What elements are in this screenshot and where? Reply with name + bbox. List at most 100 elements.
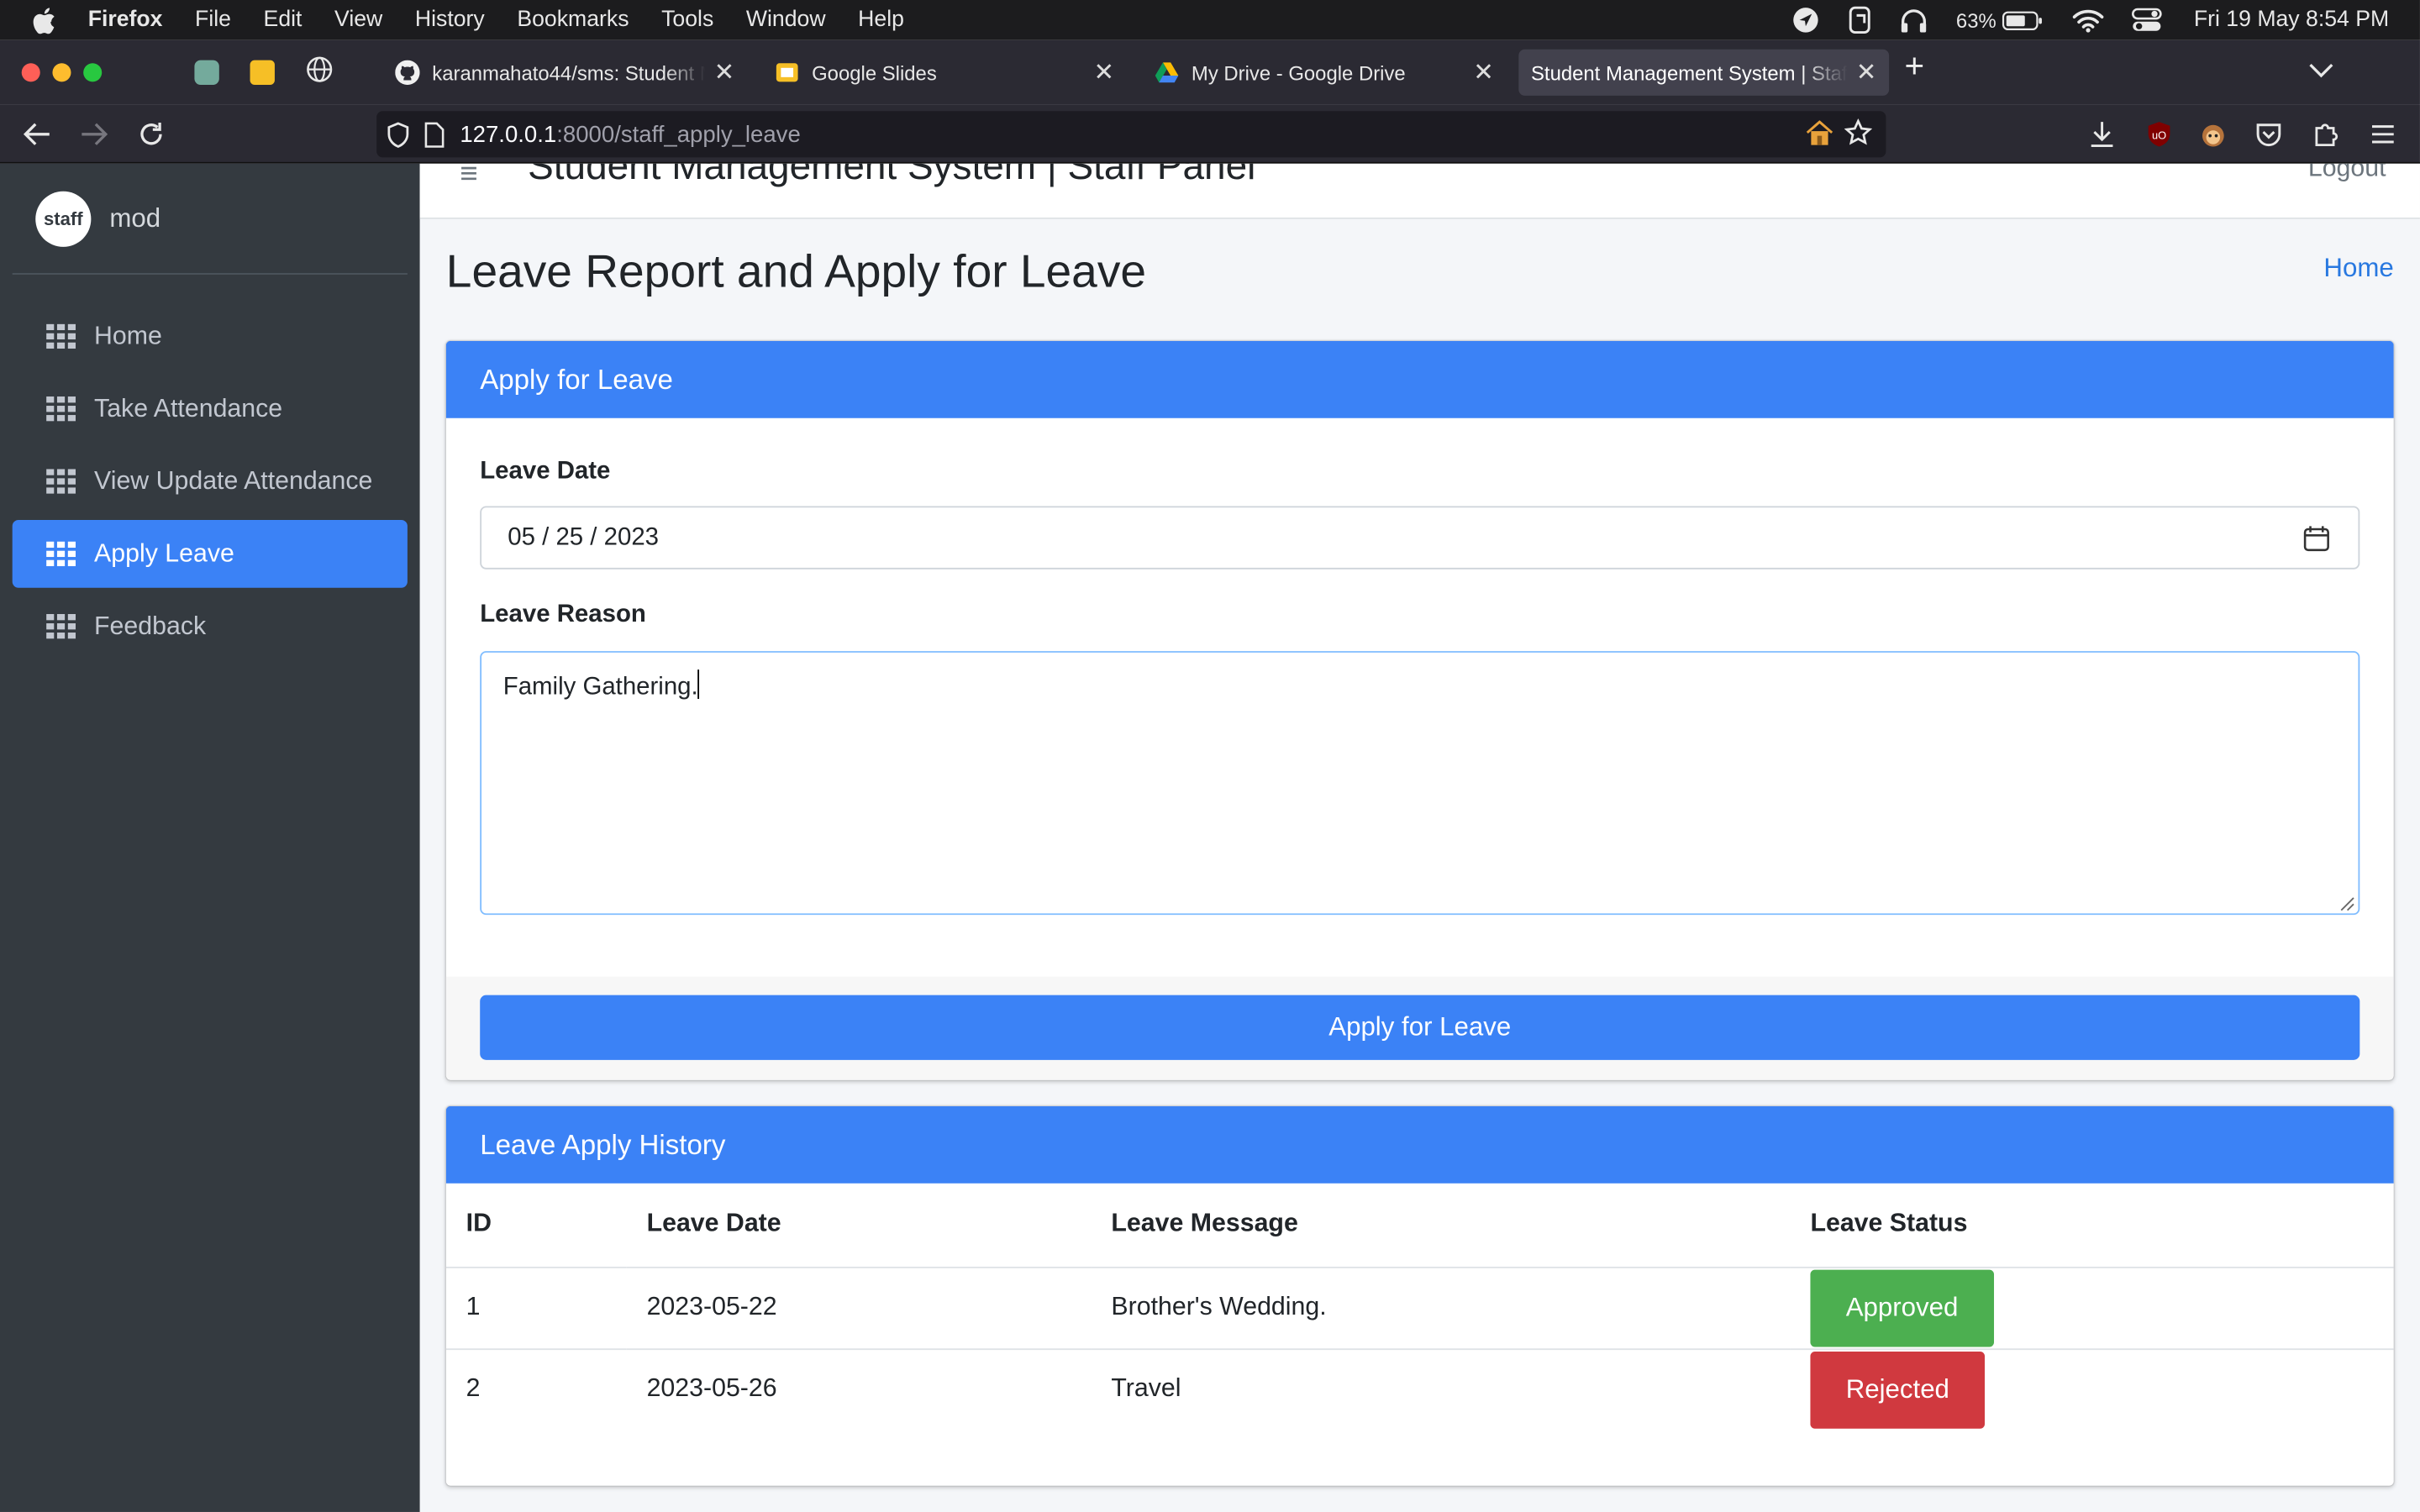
menu-view[interactable]: View bbox=[334, 8, 382, 32]
control-center-icon[interactable] bbox=[2132, 8, 2163, 32]
home-icon[interactable] bbox=[1806, 120, 1833, 146]
tab-title: Google Slides bbox=[812, 60, 937, 85]
sidebar-username: mod bbox=[109, 202, 161, 233]
leave-reason-textarea[interactable]: Family Gathering. bbox=[480, 651, 2360, 916]
tab-github[interactable]: karanmahato44/sms: Student M ✕ bbox=[383, 50, 747, 96]
pocket-icon[interactable] bbox=[2254, 118, 2285, 150]
leave-date-value: 05 / 25 / 2023 bbox=[508, 523, 660, 550]
sidebar-brand[interactable]: staff mod bbox=[12, 164, 408, 275]
menu-edit[interactable]: Edit bbox=[264, 8, 302, 32]
url-path: :8000/staff_apply_leave bbox=[556, 121, 801, 148]
headphones-icon[interactable] bbox=[1901, 8, 1928, 33]
sidebar-item-label: Take Attendance bbox=[94, 394, 283, 423]
main-content: ≡ Student Management System | Staff Pane… bbox=[419, 163, 2420, 1512]
svg-text:uO: uO bbox=[2152, 129, 2166, 141]
browser-tab-bar: karanmahato44/sms: Student M ✕ Google Sl… bbox=[0, 39, 2420, 105]
cell-leave-message: Travel bbox=[1111, 1374, 1181, 1404]
sidebar-item-take-attendance[interactable]: Take Attendance bbox=[13, 375, 408, 443]
location-icon[interactable] bbox=[1792, 6, 1820, 34]
tab-title: karanmahato44/sms: Student M bbox=[432, 60, 705, 85]
table-header-row: ID Leave Date Leave Message Leave Status bbox=[445, 1183, 2394, 1268]
page-title: Leave Report and Apply for Leave bbox=[445, 246, 1147, 298]
menu-bookmarks[interactable]: Bookmarks bbox=[517, 8, 629, 32]
avatar: staff bbox=[35, 190, 92, 246]
card-footer: Apply for Leave bbox=[445, 976, 2394, 1080]
forward-arrow-icon[interactable] bbox=[79, 118, 110, 150]
sidebar-item-apply-leave[interactable]: Apply Leave bbox=[12, 519, 408, 588]
tampermonkey-icon[interactable] bbox=[2197, 118, 2228, 150]
tab-google-slides[interactable]: Google Slides ✕ bbox=[762, 50, 1126, 96]
leave-date-label: Leave Date bbox=[480, 458, 611, 485]
zoom-window-button[interactable] bbox=[83, 63, 103, 82]
app-status-icon[interactable] bbox=[1848, 6, 1872, 34]
tab-title: My Drive - Google Drive bbox=[1191, 60, 1406, 85]
close-tab-icon[interactable]: ✕ bbox=[714, 57, 735, 88]
keep-pinned-tab-icon[interactable] bbox=[250, 60, 275, 86]
github-icon bbox=[395, 60, 420, 86]
cell-id: 1 bbox=[445, 1266, 627, 1350]
system-title: Student Management System | Staff Panel bbox=[528, 163, 1256, 189]
breadcrumb-home-link[interactable]: Home bbox=[2323, 253, 2393, 284]
column-header-leave-date: Leave Date bbox=[626, 1183, 1092, 1268]
extensions-puzzle-icon[interactable] bbox=[2311, 118, 2342, 150]
leave-date-input[interactable]: 05 / 25 / 2023 bbox=[480, 506, 2360, 570]
close-window-button[interactable] bbox=[21, 63, 40, 82]
menubar-clock[interactable]: Fri 19 May 8:54 PM bbox=[2194, 8, 2389, 32]
tab-student-management[interactable]: Student Management System | Staff ✕ bbox=[1518, 49, 1890, 96]
menubar-app-name[interactable]: Firefox bbox=[88, 8, 163, 32]
chatgpt-pinned-tab-icon[interactable] bbox=[194, 60, 219, 86]
reload-icon[interactable] bbox=[136, 118, 167, 150]
close-tab-icon[interactable]: ✕ bbox=[1093, 57, 1114, 88]
status-badge: Approved bbox=[1810, 1268, 1994, 1347]
top-navbar: ≡ Student Management System | Staff Pane… bbox=[419, 163, 2420, 219]
drive-icon bbox=[1155, 60, 1179, 85]
url-bar[interactable]: 127.0.0.1:8000/staff_apply_leave bbox=[376, 111, 1886, 158]
column-header-leave-message: Leave Message bbox=[1091, 1183, 1791, 1268]
app-menu-hamburger-icon[interactable] bbox=[2367, 118, 2398, 150]
tab-google-drive[interactable]: My Drive - Google Drive ✕ bbox=[1142, 50, 1506, 96]
menu-help[interactable]: Help bbox=[858, 8, 904, 32]
shield-icon[interactable] bbox=[386, 121, 410, 148]
sidebar-item-view-update-attendance[interactable]: View Update Attendance bbox=[13, 448, 408, 516]
leave-history-table: ID Leave Date Leave Message Leave Status… bbox=[445, 1183, 2394, 1431]
globe-pinned-tab-icon[interactable] bbox=[306, 55, 334, 90]
logout-link[interactable]: Logout bbox=[2308, 164, 2386, 184]
leave-reason-label: Leave Reason bbox=[480, 601, 646, 628]
battery-icon[interactable] bbox=[2002, 10, 2045, 30]
apply-for-leave-button[interactable]: Apply for Leave bbox=[480, 995, 2360, 1060]
resize-grip-icon[interactable] bbox=[2337, 892, 2355, 911]
url-host: 127.0.0.1 bbox=[460, 121, 557, 148]
new-tab-icon[interactable]: + bbox=[1904, 46, 1924, 87]
leave-history-card: Leave Apply History ID Leave Date Leave … bbox=[445, 1105, 2394, 1486]
cell-leave-date: 2023-05-26 bbox=[646, 1374, 777, 1404]
sidebar-item-label: View Update Attendance bbox=[94, 466, 373, 495]
column-header-leave-status: Leave Status bbox=[1790, 1183, 2394, 1268]
page-info-icon[interactable] bbox=[423, 121, 445, 147]
sidebar-item-feedback[interactable]: Feedback bbox=[13, 592, 408, 660]
cell-leave-message: Brother's Wedding. bbox=[1091, 1266, 1791, 1350]
browser-nav-bar: 127.0.0.1:8000/staff_apply_leave uO bbox=[0, 104, 2420, 164]
tab-list-chevron-icon[interactable] bbox=[2309, 59, 2333, 83]
menu-window[interactable]: Window bbox=[746, 8, 826, 32]
bookmark-star-icon[interactable] bbox=[1844, 118, 1872, 146]
menu-tools[interactable]: Tools bbox=[661, 8, 713, 32]
sidebar-item-home[interactable]: Home bbox=[13, 302, 408, 370]
ublock-origin-icon[interactable]: uO bbox=[2144, 118, 2175, 150]
download-icon[interactable] bbox=[2086, 118, 2118, 150]
wifi-icon[interactable] bbox=[2073, 8, 2105, 32]
grid-icon bbox=[46, 541, 76, 567]
close-tab-icon[interactable]: ✕ bbox=[1473, 57, 1494, 88]
table-row: 1 2023-05-22 Brother's Wedding. Approved bbox=[445, 1266, 2394, 1350]
calendar-icon[interactable] bbox=[2302, 524, 2330, 552]
close-tab-icon[interactable]: ✕ bbox=[1856, 57, 1877, 88]
hamburger-menu-icon[interactable]: ≡ bbox=[460, 164, 477, 193]
slides-icon bbox=[775, 60, 799, 85]
minimize-window-button[interactable] bbox=[52, 63, 71, 82]
url-text: 127.0.0.1:8000/staff_apply_leave bbox=[460, 121, 800, 147]
menu-history[interactable]: History bbox=[415, 8, 485, 32]
card-header: Apply for Leave bbox=[445, 340, 2394, 418]
apple-icon[interactable] bbox=[33, 7, 57, 34]
back-arrow-icon[interactable] bbox=[22, 118, 53, 150]
menu-file[interactable]: File bbox=[195, 8, 231, 32]
grid-icon bbox=[46, 614, 76, 639]
